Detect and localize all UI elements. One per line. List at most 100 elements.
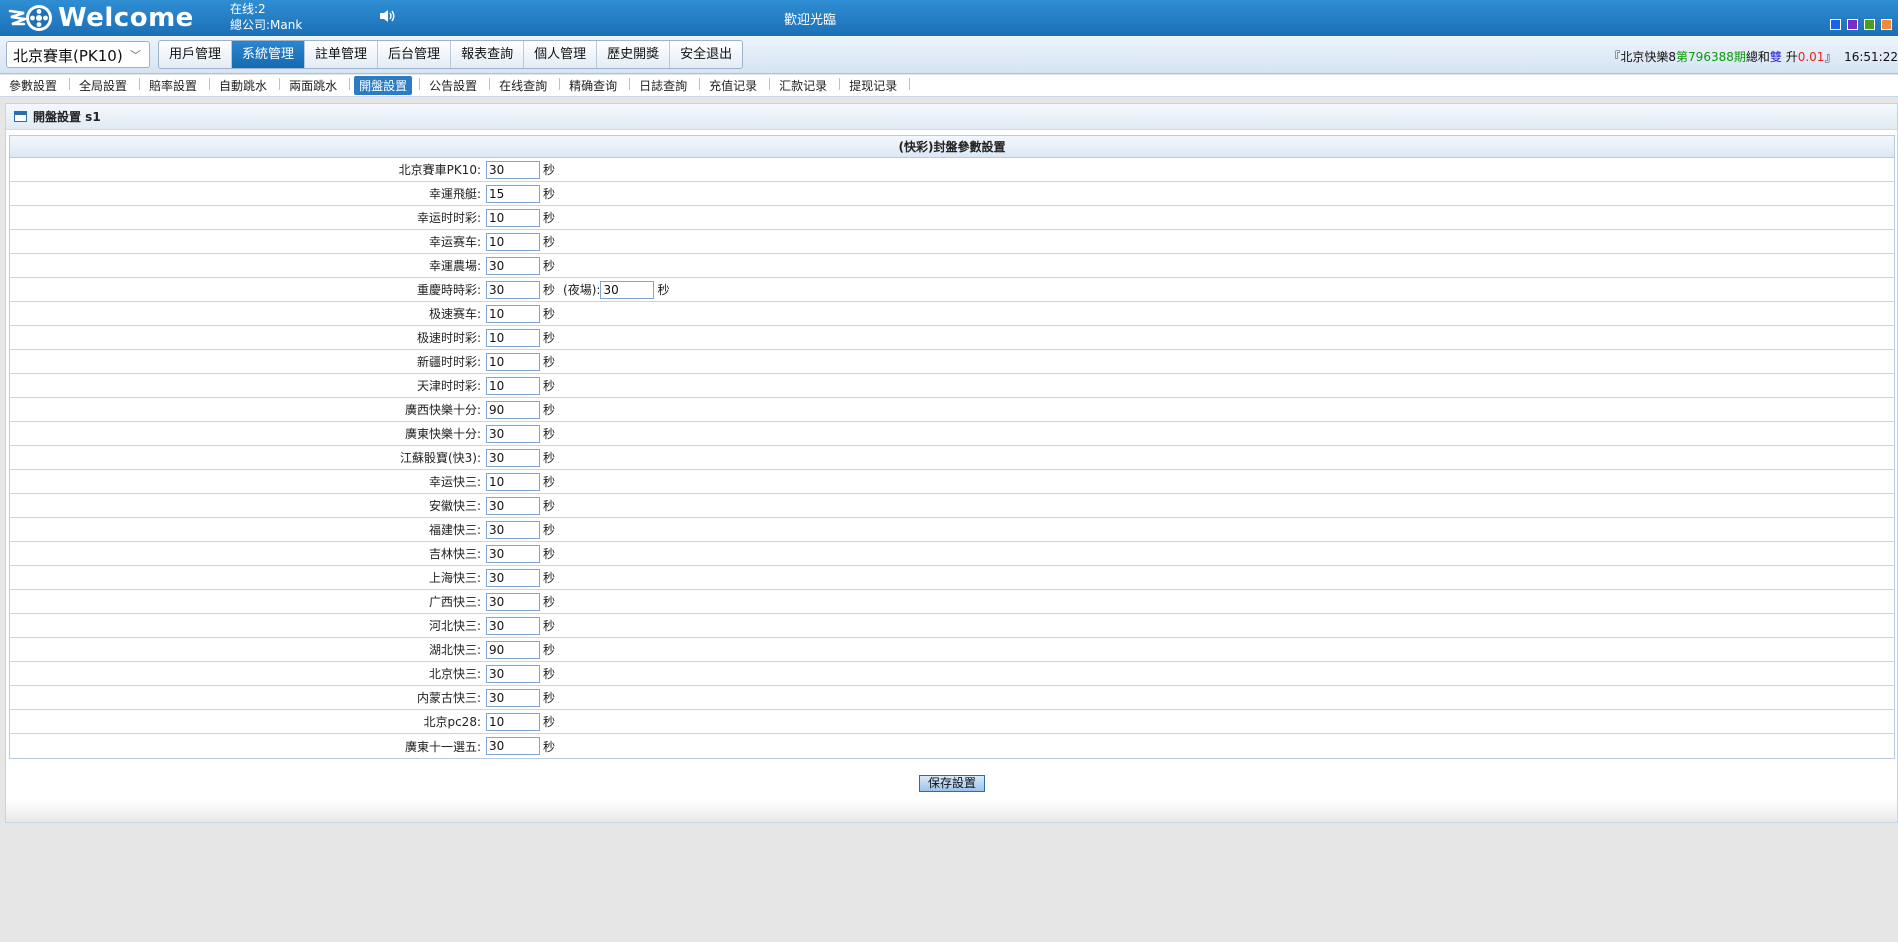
row-inputs: 秒 [483,304,556,323]
main-nav: 北京賽車(PK10) ﹀ 用戶管理 系統管理 註单管理 后台管理 報表查詢 個人管理 歷史開… [0,36,1898,74]
submenu-item-3[interactable]: 自動跳水 [214,76,281,95]
row-inputs: 秒 (夜場): 秒 [483,280,670,299]
close-seconds-input[interactable] [486,616,540,635]
submenu-item-0[interactable]: 參數設置 [4,76,71,95]
menu-item-1[interactable]: 系統管理 [232,41,306,68]
unit-label: 秒 [543,163,556,177]
row-label: 新疆时时彩: [416,355,481,369]
row-inputs: 秒 [483,328,555,347]
draw-sum-label: 總和 [1745,50,1770,64]
close-seconds-input[interactable] [486,352,540,371]
close-seconds-input[interactable] [486,400,540,419]
close-seconds-input[interactable] [486,256,540,275]
row-inputs: 秒 [483,496,555,515]
night-label: (夜場): [563,283,601,297]
row-inputs: 秒 [483,208,555,227]
skin-green-button[interactable] [1864,19,1875,30]
submenu-item-6[interactable]: 公告設置 [424,76,491,95]
unit-label: 秒 [543,187,556,201]
row-label: 廣東十一選五: [404,739,481,754]
menu-item-4[interactable]: 報表查詢 [451,41,525,68]
close-seconds-input[interactable] [486,737,540,755]
table-row: 幸运时时彩: 秒 [10,206,1894,230]
table-row: 极速时时彩: 秒 [10,326,1894,350]
close-seconds-input[interactable] [486,568,540,587]
menu-item-2[interactable]: 註单管理 [305,41,379,68]
welcome-message: 歡迎光臨 [784,13,837,28]
row-inputs: 秒 [483,688,556,707]
submenu-item-5[interactable]: 開盤設置 [354,76,421,95]
unit-label: 秒 [543,739,556,754]
unit-label: 秒 [657,283,670,297]
close-seconds-input[interactable] [486,544,540,563]
menu-item-7[interactable]: 安全退出 [670,41,742,68]
unit-label: 秒 [543,379,556,393]
close-seconds-input[interactable] [486,280,540,299]
row-label: 重慶時時彩: [416,283,481,297]
submenu-item-10[interactable]: 充值记录 [704,76,771,95]
table-row: 幸运赛车: 秒 [10,230,1894,254]
lottery-select[interactable]: 北京賽車(PK10) ﹀ [6,41,150,68]
table-row: 北京快三: 秒 [10,662,1894,686]
submenu-item-7[interactable]: 在线查詢 [494,76,561,95]
row-label: 安徽快三: [428,499,481,513]
close-seconds-input[interactable] [486,232,540,251]
window-icon [14,111,27,122]
submenu-item-2[interactable]: 賠率設置 [144,76,211,95]
submenu-item-9[interactable]: 日誌查詢 [634,76,701,95]
close-seconds-input[interactable] [486,712,540,731]
close-seconds-input[interactable] [486,208,540,227]
menu-item-0[interactable]: 用戶管理 [159,41,233,68]
top-bar: Welcome 在线:2 總公司:Mank 歡迎光臨 [0,0,1898,36]
save-button[interactable]: 保存設置 [919,775,985,792]
skin-purple-button[interactable] [1847,19,1858,30]
night-seconds-input[interactable] [600,280,655,299]
skin-orange-button[interactable] [1881,19,1892,30]
unit-label: 秒 [543,595,556,609]
company-name: 總公司:Mank [230,18,303,32]
submenu-item-11[interactable]: 汇款记录 [774,76,841,95]
table-row: 廣東快樂十分: 秒 [10,422,1894,446]
close-seconds-input[interactable] [486,424,540,443]
unit-label: 秒 [543,307,556,321]
close-seconds-input[interactable] [486,592,540,611]
close-seconds-input[interactable] [486,184,540,203]
row-label: 幸运时时彩: [416,211,481,225]
submenu-item-1[interactable]: 全局設置 [74,76,141,95]
close-seconds-input[interactable] [486,664,540,683]
skin-selector [1830,19,1892,30]
unit-label: 秒 [543,667,556,681]
submenu-item-12[interactable]: 提现记录 [844,76,911,95]
menu-item-3[interactable]: 后台管理 [378,41,452,68]
table-row: 内蒙古快三: 秒 [10,686,1894,710]
close-seconds-input[interactable] [486,472,540,491]
close-seconds-input[interactable] [486,304,540,323]
submenu-item-8[interactable]: 精确查询 [564,76,631,95]
submenu-item-4[interactable]: 兩面跳水 [284,76,351,95]
close-seconds-input[interactable] [486,376,540,395]
close-seconds-input[interactable] [486,640,540,659]
row-inputs: 秒 [483,568,555,587]
row-label: 广西快三: [428,595,481,609]
menu-item-5[interactable]: 個人管理 [524,41,598,68]
speaker-icon[interactable] [378,8,396,24]
close-seconds-input[interactable] [486,160,540,179]
unit-label: 秒 [543,475,556,489]
online-count: 在线:2 [230,2,266,16]
unit-label: 秒 [543,355,556,369]
row-inputs: 秒 [483,256,555,275]
draw-info: 『北京快樂8第796388期總和雙 升0.01』 16:51:22 [1608,48,1898,65]
close-seconds-input[interactable] [486,496,540,515]
row-label: 北京賽車PK10: [398,163,481,177]
close-seconds-input[interactable] [486,448,540,467]
close-seconds-input[interactable] [486,328,540,347]
skin-blue-button[interactable] [1830,19,1841,30]
close-seconds-input[interactable] [486,688,540,707]
close-seconds-input[interactable] [486,520,540,539]
unit-label: 秒 [543,691,556,705]
row-inputs: 秒 [483,520,555,539]
row-inputs: 秒 [483,184,556,203]
menu-item-6[interactable]: 歷史開獎 [597,41,671,68]
table-row: 廣東十一選五: 秒 [10,734,1894,758]
table-row: 北京賽車PK10: 秒 [10,158,1894,182]
